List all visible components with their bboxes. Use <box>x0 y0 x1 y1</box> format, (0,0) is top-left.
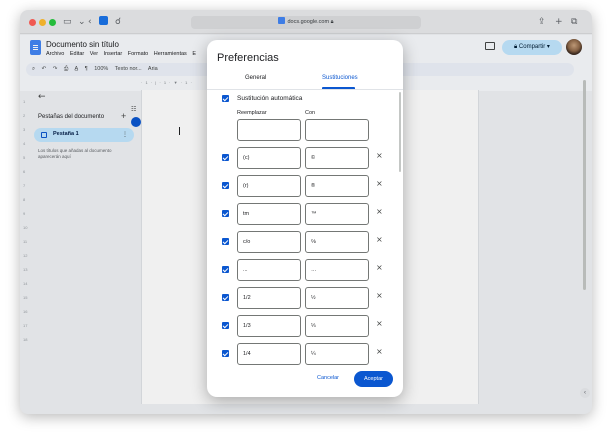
with-field[interactable]: ¼ <box>305 343 369 365</box>
row-checkbox[interactable] <box>222 322 229 329</box>
replace-field[interactable]: (r) <box>237 175 301 197</box>
tab-sustituciones[interactable]: Sustituciones <box>322 75 358 81</box>
row-checkbox[interactable] <box>222 350 229 357</box>
cancel-button[interactable]: Cancelar <box>317 375 339 381</box>
auto-substitution-checkbox[interactable] <box>222 95 229 102</box>
replace-field[interactable]: c/o <box>237 231 301 253</box>
dialog-scrollbar[interactable] <box>399 92 401 172</box>
row-checkbox[interactable] <box>222 238 229 245</box>
accept-button[interactable]: Aceptar <box>354 371 393 387</box>
remove-row-icon[interactable]: × <box>376 151 383 160</box>
remove-row-icon[interactable]: × <box>376 235 383 244</box>
with-column-header: Con <box>305 110 316 116</box>
replace-field[interactable]: ... <box>237 259 301 281</box>
with-field[interactable]: ⅓ <box>305 315 369 337</box>
replace-field[interactable]: tm <box>237 203 301 225</box>
tab-general[interactable]: General <box>245 75 266 81</box>
row-checkbox[interactable] <box>222 210 229 217</box>
with-field[interactable]: © <box>305 147 369 169</box>
with-field[interactable]: ½ <box>305 287 369 309</box>
remove-row-icon[interactable]: × <box>376 263 383 272</box>
replace-field[interactable]: (c) <box>237 147 301 169</box>
auto-substitution-label: Sustitución automática <box>237 95 303 102</box>
remove-row-icon[interactable]: × <box>376 319 383 328</box>
with-field[interactable]: ® <box>305 175 369 197</box>
replace-field[interactable]: 1/4 <box>237 343 301 365</box>
replace-field[interactable]: 1/3 <box>237 315 301 337</box>
row-checkbox[interactable] <box>222 294 229 301</box>
dialog-title: Preferencias <box>217 52 279 64</box>
with-field[interactable]: ℅ <box>305 231 369 253</box>
new-with-field[interactable] <box>305 119 369 141</box>
replace-field[interactable]: 1/2 <box>237 287 301 309</box>
row-checkbox[interactable] <box>222 182 229 189</box>
new-replace-field[interactable] <box>237 119 301 141</box>
row-checkbox[interactable] <box>222 266 229 273</box>
with-field[interactable]: … <box>305 259 369 281</box>
with-field[interactable]: ™ <box>305 203 369 225</box>
row-checkbox[interactable] <box>222 154 229 161</box>
tab-divider <box>207 89 403 90</box>
remove-row-icon[interactable]: × <box>376 179 383 188</box>
remove-row-icon[interactable]: × <box>376 347 383 356</box>
remove-row-icon[interactable]: × <box>376 291 383 300</box>
remove-row-icon[interactable]: × <box>376 207 383 216</box>
replace-column-header: Reemplazar <box>237 110 267 116</box>
preferences-dialog: Preferencias General Sustituciones Susti… <box>207 40 403 397</box>
